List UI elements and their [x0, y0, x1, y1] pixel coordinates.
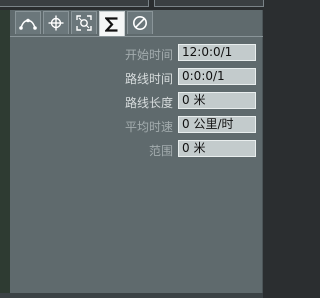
tab-cancel[interactable] [127, 11, 153, 34]
tab-divider [10, 36, 263, 37]
avg-speed-field[interactable]: 0 公里/时 [178, 116, 256, 133]
crosshair-move-icon [48, 15, 64, 31]
bottom-edge [0, 293, 263, 298]
avg-speed-row: 平均时速 0 公里/时 [10, 114, 263, 138]
start-time-field[interactable]: 12:0:0/1 [178, 44, 256, 61]
tab-statistics[interactable] [99, 11, 125, 37]
route-length-label: 路线长度 [124, 96, 173, 110]
corner-target-icon [76, 15, 92, 31]
tab-transform[interactable] [71, 11, 97, 34]
left-edge [0, 10, 10, 298]
curve-points-icon [19, 18, 37, 30]
sigma-icon [105, 17, 118, 32]
tab-curve[interactable] [15, 11, 41, 34]
window-top-strip [0, 0, 264, 10]
start-time-label: 开始时间 [124, 48, 173, 62]
statistics-panel: 开始时间 12:0:0/1 路线时间 0:0:0/1 路线长度 0 米 平均时速… [10, 10, 263, 293]
avg-speed-label: 平均时速 [124, 120, 173, 134]
top-panel-tab-left[interactable] [0, 0, 149, 7]
range-label: 范围 [148, 144, 173, 158]
range-field[interactable]: 0 米 [178, 140, 256, 157]
tool-tab-bar [15, 11, 155, 37]
top-panel-tab-right[interactable] [154, 0, 264, 7]
route-time-row: 路线时间 0:0:0/1 [10, 66, 263, 90]
route-time-label: 路线时间 [124, 72, 173, 86]
route-time-field[interactable]: 0:0:0/1 [178, 68, 256, 85]
no-entry-icon [133, 16, 147, 30]
route-length-field[interactable]: 0 米 [178, 92, 256, 109]
range-row: 范围 0 米 [10, 138, 263, 162]
statistics-list: 开始时间 12:0:0/1 路线时间 0:0:0/1 路线长度 0 米 平均时速… [10, 42, 263, 162]
start-time-row: 开始时间 12:0:0/1 [10, 42, 263, 66]
tab-move[interactable] [43, 11, 69, 34]
route-length-row: 路线长度 0 米 [10, 90, 263, 114]
